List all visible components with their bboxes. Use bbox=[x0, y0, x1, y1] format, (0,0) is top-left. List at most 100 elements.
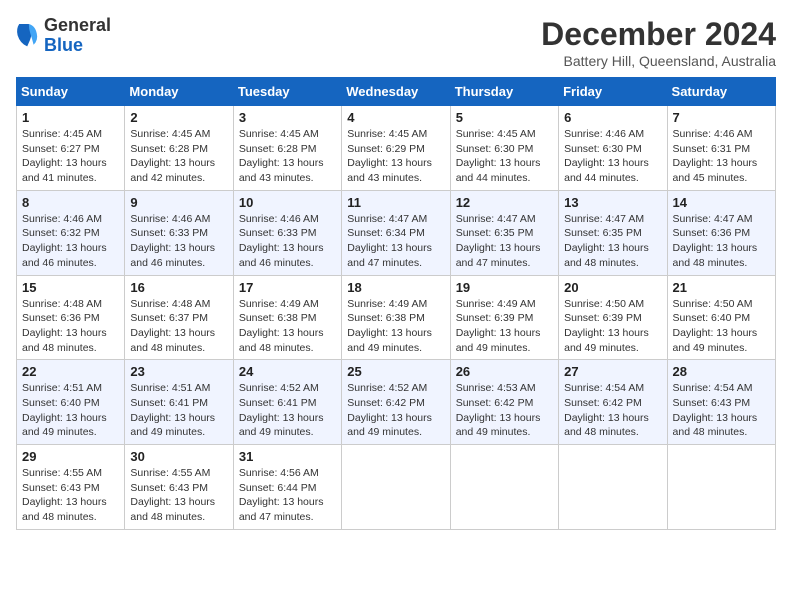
cell-info: Sunrise: 4:45 AMSunset: 6:27 PMDaylight:… bbox=[22, 127, 119, 186]
cell-info: Sunrise: 4:46 AMSunset: 6:33 PMDaylight:… bbox=[239, 212, 336, 271]
cell-info: Sunrise: 4:52 AMSunset: 6:42 PMDaylight:… bbox=[347, 381, 444, 440]
day-number: 30 bbox=[130, 449, 227, 464]
day-number: 22 bbox=[22, 364, 119, 379]
day-number: 3 bbox=[239, 110, 336, 125]
day-number: 1 bbox=[22, 110, 119, 125]
day-number: 26 bbox=[456, 364, 553, 379]
day-of-week-header: Saturday bbox=[667, 78, 775, 106]
calendar-cell: 18 Sunrise: 4:49 AMSunset: 6:38 PMDayligh… bbox=[342, 275, 450, 360]
cell-info: Sunrise: 4:45 AMSunset: 6:30 PMDaylight:… bbox=[456, 127, 553, 186]
day-number: 13 bbox=[564, 195, 661, 210]
day-number: 25 bbox=[347, 364, 444, 379]
calendar-cell: 10 Sunrise: 4:46 AMSunset: 6:33 PMDayligh… bbox=[233, 190, 341, 275]
cell-info: Sunrise: 4:49 AMSunset: 6:38 PMDaylight:… bbox=[347, 297, 444, 356]
calendar-cell: 29 Sunrise: 4:55 AMSunset: 6:43 PMDayligh… bbox=[17, 445, 125, 530]
cell-info: Sunrise: 4:46 AMSunset: 6:31 PMDaylight:… bbox=[673, 127, 770, 186]
calendar-cell: 13 Sunrise: 4:47 AMSunset: 6:35 PMDayligh… bbox=[559, 190, 667, 275]
calendar-cell: 28 Sunrise: 4:54 AMSunset: 6:43 PMDayligh… bbox=[667, 360, 775, 445]
calendar-table: SundayMondayTuesdayWednesdayThursdayFrid… bbox=[16, 77, 776, 530]
calendar-cell: 22 Sunrise: 4:51 AMSunset: 6:40 PMDayligh… bbox=[17, 360, 125, 445]
day-number: 15 bbox=[22, 280, 119, 295]
cell-info: Sunrise: 4:46 AMSunset: 6:33 PMDaylight:… bbox=[130, 212, 227, 271]
day-number: 9 bbox=[130, 195, 227, 210]
day-number: 14 bbox=[673, 195, 770, 210]
calendar-week-row: 15 Sunrise: 4:48 AMSunset: 6:36 PMDayligh… bbox=[17, 275, 776, 360]
calendar-cell: 24 Sunrise: 4:52 AMSunset: 6:41 PMDayligh… bbox=[233, 360, 341, 445]
day-of-week-header: Friday bbox=[559, 78, 667, 106]
calendar-body: 1 Sunrise: 4:45 AMSunset: 6:27 PMDaylight… bbox=[17, 106, 776, 530]
day-number: 17 bbox=[239, 280, 336, 295]
cell-info: Sunrise: 4:55 AMSunset: 6:43 PMDaylight:… bbox=[22, 466, 119, 525]
calendar-cell: 6 Sunrise: 4:46 AMSunset: 6:30 PMDaylight… bbox=[559, 106, 667, 191]
calendar-week-row: 22 Sunrise: 4:51 AMSunset: 6:40 PMDayligh… bbox=[17, 360, 776, 445]
calendar-cell: 14 Sunrise: 4:47 AMSunset: 6:36 PMDayligh… bbox=[667, 190, 775, 275]
cell-info: Sunrise: 4:45 AMSunset: 6:28 PMDaylight:… bbox=[239, 127, 336, 186]
logo-icon bbox=[16, 22, 40, 50]
cell-info: Sunrise: 4:47 AMSunset: 6:34 PMDaylight:… bbox=[347, 212, 444, 271]
calendar-cell bbox=[450, 445, 558, 530]
calendar-cell: 11 Sunrise: 4:47 AMSunset: 6:34 PMDayligh… bbox=[342, 190, 450, 275]
calendar-cell: 21Sunrise: 4:50 AMSunset: 6:40 PMDayligh… bbox=[667, 275, 775, 360]
calendar-cell: 3 Sunrise: 4:45 AMSunset: 6:28 PMDaylight… bbox=[233, 106, 341, 191]
calendar-cell: 20Sunrise: 4:50 AMSunset: 6:39 PMDayligh… bbox=[559, 275, 667, 360]
day-of-week-header: Wednesday bbox=[342, 78, 450, 106]
cell-info: Sunrise: 4:55 AMSunset: 6:43 PMDaylight:… bbox=[130, 466, 227, 525]
calendar-week-row: 1 Sunrise: 4:45 AMSunset: 6:27 PMDaylight… bbox=[17, 106, 776, 191]
calendar-cell: 23Sunrise: 4:51 AMSunset: 6:41 PMDayligh… bbox=[125, 360, 233, 445]
calendar-cell: 1 Sunrise: 4:45 AMSunset: 6:27 PMDaylight… bbox=[17, 106, 125, 191]
day-of-week-header: Tuesday bbox=[233, 78, 341, 106]
cell-info: Sunrise: 4:47 AMSunset: 6:35 PMDaylight:… bbox=[564, 212, 661, 271]
cell-info: Sunrise: 4:50 AMSunset: 6:39 PMDaylight:… bbox=[564, 297, 661, 356]
day-number: 6 bbox=[564, 110, 661, 125]
day-of-week-header: Thursday bbox=[450, 78, 558, 106]
day-number: 18 bbox=[347, 280, 444, 295]
day-number: 7 bbox=[673, 110, 770, 125]
cell-info: Sunrise: 4:52 AMSunset: 6:41 PMDaylight:… bbox=[239, 381, 336, 440]
cell-info: Sunrise: 4:45 AMSunset: 6:29 PMDaylight:… bbox=[347, 127, 444, 186]
calendar-cell: 15 Sunrise: 4:48 AMSunset: 6:36 PMDayligh… bbox=[17, 275, 125, 360]
cell-info: Sunrise: 4:51 AMSunset: 6:40 PMDaylight:… bbox=[22, 381, 119, 440]
calendar-cell bbox=[559, 445, 667, 530]
calendar-cell: 27 Sunrise: 4:54 AMSunset: 6:42 PMDayligh… bbox=[559, 360, 667, 445]
day-number: 11 bbox=[347, 195, 444, 210]
month-title: December 2024 bbox=[541, 16, 776, 53]
day-number: 27 bbox=[564, 364, 661, 379]
calendar-cell: 25 Sunrise: 4:52 AMSunset: 6:42 PMDayligh… bbox=[342, 360, 450, 445]
day-number: 5 bbox=[456, 110, 553, 125]
day-number: 12 bbox=[456, 195, 553, 210]
day-number: 8 bbox=[22, 195, 119, 210]
cell-info: Sunrise: 4:54 AMSunset: 6:42 PMDaylight:… bbox=[564, 381, 661, 440]
day-number: 29 bbox=[22, 449, 119, 464]
page-header: General Blue December 2024 Battery Hill,… bbox=[16, 16, 776, 69]
cell-info: Sunrise: 4:48 AMSunset: 6:37 PMDaylight:… bbox=[130, 297, 227, 356]
calendar-header-row: SundayMondayTuesdayWednesdayThursdayFrid… bbox=[17, 78, 776, 106]
day-number: 19 bbox=[456, 280, 553, 295]
day-number: 10 bbox=[239, 195, 336, 210]
calendar-cell: 7 Sunrise: 4:46 AMSunset: 6:31 PMDaylight… bbox=[667, 106, 775, 191]
day-number: 28 bbox=[673, 364, 770, 379]
cell-info: Sunrise: 4:47 AMSunset: 6:36 PMDaylight:… bbox=[673, 212, 770, 271]
cell-info: Sunrise: 4:54 AMSunset: 6:43 PMDaylight:… bbox=[673, 381, 770, 440]
calendar-cell: 2Sunrise: 4:45 AMSunset: 6:28 PMDaylight… bbox=[125, 106, 233, 191]
calendar-week-row: 8 Sunrise: 4:46 AMSunset: 6:32 PMDaylight… bbox=[17, 190, 776, 275]
calendar-cell: 30 Sunrise: 4:55 AMSunset: 6:43 PMDayligh… bbox=[125, 445, 233, 530]
day-number: 24 bbox=[239, 364, 336, 379]
logo-text: General Blue bbox=[44, 16, 111, 56]
calendar-cell: 31Sunrise: 4:56 AMSunset: 6:44 PMDayligh… bbox=[233, 445, 341, 530]
cell-info: Sunrise: 4:48 AMSunset: 6:36 PMDaylight:… bbox=[22, 297, 119, 356]
logo: General Blue bbox=[16, 16, 111, 56]
cell-info: Sunrise: 4:49 AMSunset: 6:38 PMDaylight:… bbox=[239, 297, 336, 356]
day-number: 4 bbox=[347, 110, 444, 125]
calendar-cell: 19 Sunrise: 4:49 AMSunset: 6:39 PMDayligh… bbox=[450, 275, 558, 360]
cell-info: Sunrise: 4:46 AMSunset: 6:32 PMDaylight:… bbox=[22, 212, 119, 271]
calendar-cell: 8 Sunrise: 4:46 AMSunset: 6:32 PMDaylight… bbox=[17, 190, 125, 275]
cell-info: Sunrise: 4:46 AMSunset: 6:30 PMDaylight:… bbox=[564, 127, 661, 186]
day-number: 23 bbox=[130, 364, 227, 379]
day-of-week-header: Monday bbox=[125, 78, 233, 106]
cell-info: Sunrise: 4:50 AMSunset: 6:40 PMDaylight:… bbox=[673, 297, 770, 356]
calendar-week-row: 29 Sunrise: 4:55 AMSunset: 6:43 PMDayligh… bbox=[17, 445, 776, 530]
cell-info: Sunrise: 4:45 AMSunset: 6:28 PMDaylight:… bbox=[130, 127, 227, 186]
cell-info: Sunrise: 4:47 AMSunset: 6:35 PMDaylight:… bbox=[456, 212, 553, 271]
day-number: 16 bbox=[130, 280, 227, 295]
cell-info: Sunrise: 4:49 AMSunset: 6:39 PMDaylight:… bbox=[456, 297, 553, 356]
